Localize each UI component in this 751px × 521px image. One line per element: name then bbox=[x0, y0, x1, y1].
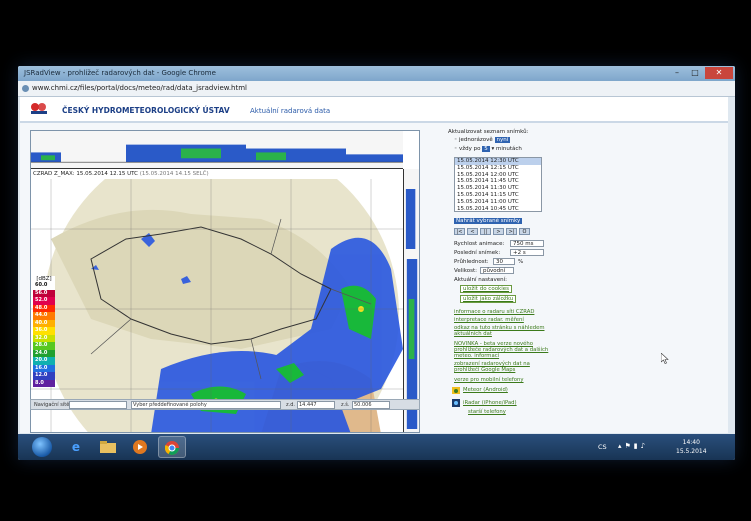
legend-row: 32.0 bbox=[33, 334, 55, 342]
android-app-link[interactable]: Meteor (Android) bbox=[463, 387, 508, 393]
info-link[interactable]: zobrazení radarových dat na prohlížeči G… bbox=[454, 361, 554, 373]
once-option[interactable]: ◦ jednorázově nyní bbox=[454, 137, 511, 143]
legend-row: 28.0 bbox=[33, 342, 55, 350]
close-button[interactable]: ✕ bbox=[705, 67, 733, 79]
info-link[interactable]: informace o radaru síti CZRAD bbox=[454, 309, 534, 315]
animation-button[interactable]: |< bbox=[454, 228, 465, 235]
internet-explorer-icon[interactable]: e bbox=[62, 436, 90, 458]
web-page: ČESKÝ HYDROMETEOROLOGICKÝ ÚSTAV Aktuální… bbox=[20, 97, 728, 433]
legend-row: 52.0 bbox=[33, 297, 55, 305]
side-profile-section bbox=[403, 169, 419, 432]
media-player-icon[interactable] bbox=[126, 436, 154, 458]
legend-row: 8.0 bbox=[33, 379, 55, 387]
window-titlebar: JSRadView - prohlížeč radarových dat - G… bbox=[18, 66, 735, 81]
settings-label: Aktuální nastavení: bbox=[454, 277, 508, 283]
info-link[interactable]: interpretace radar. měření bbox=[454, 317, 524, 323]
lat-input[interactable]: 50.006 bbox=[352, 401, 390, 409]
opacity-unit: % bbox=[518, 259, 524, 265]
maximize-button[interactable]: □ bbox=[686, 67, 704, 79]
speed-select[interactable]: 750 ms bbox=[510, 240, 544, 247]
map-toolbar: Navigační sítě: Vyber předdefinované pol… bbox=[30, 399, 420, 410]
taskbar: e CS ▴⚑▮♪ 14:40 15.5.2014 bbox=[18, 434, 735, 460]
legend-row: 40.0 bbox=[33, 319, 55, 327]
page-icon bbox=[22, 85, 29, 92]
time-list-item[interactable]: 15.05.2014 11:15 UTC bbox=[455, 192, 541, 199]
speed-label: Rychlost animace: bbox=[454, 241, 505, 247]
language-indicator[interactable]: CS bbox=[598, 443, 607, 451]
legend-row: 56.0 bbox=[33, 289, 55, 297]
iphone-app-link[interactable]: iRadar (iPhone/iPad) bbox=[463, 400, 517, 406]
nav-select[interactable] bbox=[69, 401, 127, 409]
iphone-icon bbox=[452, 399, 460, 407]
opacity-label: Průhlednost: bbox=[454, 259, 489, 265]
lat-label: z.š. bbox=[341, 402, 350, 408]
time-list-item[interactable]: 15.05.2014 11:00 UTC bbox=[455, 199, 541, 206]
window-title: JSRadView - prohlížeč radarových dat - G… bbox=[24, 69, 216, 77]
time-list-item[interactable]: 15.05.2014 11:30 UTC bbox=[455, 185, 541, 192]
clock[interactable]: 14:40 15.5.2014 bbox=[676, 438, 707, 456]
control-panel: Aktualizovat seznam snímků: ◦ jednorázov… bbox=[448, 129, 558, 429]
legend-row: 36.0 bbox=[33, 327, 55, 335]
last-frame-label: Poslední snímek: bbox=[454, 250, 501, 256]
legend-row: 44.0 bbox=[33, 312, 55, 320]
monitor-screen: JSRadView - prohlížeč radarových dat - G… bbox=[18, 66, 735, 460]
predefined-position-select[interactable]: Vyber předdefinované polohy bbox=[131, 401, 281, 409]
save-cookies-button[interactable]: uložit do cookies bbox=[460, 285, 513, 293]
minimize-button[interactable]: – bbox=[668, 67, 686, 79]
radar-viewer[interactable]: CZRAD Z_MAX: 15.05.2014 12.15 UTC (15.05… bbox=[30, 130, 420, 433]
size-label: Velikost: bbox=[454, 268, 478, 274]
old-phones-link[interactable]: starší telefony bbox=[468, 409, 506, 415]
time-list-item[interactable]: 15.05.2014 11:45 UTC bbox=[455, 178, 541, 185]
chmi-logo-icon bbox=[31, 103, 47, 114]
time-list-item[interactable]: 15.05.2014 10:45 UTC bbox=[455, 206, 541, 211]
info-link[interactable]: odkaz na tuto stránku s náhledem aktuáln… bbox=[454, 325, 554, 337]
start-button[interactable] bbox=[32, 437, 52, 457]
animation-button[interactable]: || bbox=[480, 228, 491, 235]
animation-button[interactable]: < bbox=[467, 228, 478, 235]
address-bar[interactable]: www.chmi.cz/files/portal/docs/meteo/rad/… bbox=[18, 81, 735, 97]
save-bookmark-button[interactable]: uložit jako záložku bbox=[460, 295, 517, 303]
system-tray-icons[interactable]: ▴⚑▮♪ bbox=[618, 442, 648, 450]
interval-select[interactable]: 5 bbox=[482, 146, 490, 152]
lon-input[interactable]: 14.447 bbox=[297, 401, 335, 409]
opacity-select[interactable]: 30 bbox=[493, 258, 515, 265]
android-icon bbox=[452, 387, 460, 394]
legend-row: 24.0 bbox=[33, 349, 55, 357]
time-list-item[interactable]: 15.05.2014 12:30 UTC bbox=[455, 158, 541, 165]
time-list-item[interactable]: 15.05.2014 12:15 UTC bbox=[455, 165, 541, 172]
legend-row: 48.0 bbox=[33, 304, 55, 312]
nav-link-current-radar[interactable]: Aktuální radarová data bbox=[250, 107, 330, 115]
legend-row: 12.0 bbox=[33, 372, 55, 380]
legend-row: 16.0 bbox=[33, 364, 55, 372]
lon-label: z.d. bbox=[286, 402, 295, 408]
animation-button[interactable]: > bbox=[493, 228, 504, 235]
last-frame-select[interactable]: +2 s bbox=[510, 249, 544, 256]
size-select[interactable]: původní bbox=[480, 267, 514, 274]
product-title: CZRAD Z_MAX: 15.05.2014 12.15 UTC (15.05… bbox=[33, 171, 209, 177]
file-explorer-icon[interactable] bbox=[94, 436, 122, 458]
chrome-icon[interactable] bbox=[158, 436, 186, 458]
time-list-item[interactable]: 15.05.2014 12:00 UTC bbox=[455, 172, 541, 179]
every-option[interactable]: ◦ vždy po 5 ▾ minutách bbox=[454, 146, 522, 152]
dbz-legend: [dBZ] 60.0 56.0 52.0 48.0 44.0 40.0 36.0 32.0 28… bbox=[33, 276, 55, 387]
legend-row: 60.0 bbox=[33, 282, 55, 290]
top-profile-section bbox=[31, 131, 403, 169]
animation-button[interactable]: >| bbox=[506, 228, 517, 235]
site-header: ČESKÝ HYDROMETEOROLOGICKÝ ÚSTAV Aktuální… bbox=[20, 97, 728, 123]
animation-button[interactable]: O bbox=[519, 228, 530, 235]
snapshot-time-list[interactable]: 15.05.2014 12:30 UTC 15.05.2014 12:15 UTC… bbox=[454, 157, 542, 212]
load-selected-button[interactable]: Nahrát vybrané snímky bbox=[454, 218, 523, 224]
radar-map[interactable] bbox=[31, 179, 403, 433]
info-link[interactable]: NOVINKA - beta verze nového prohlížeče r… bbox=[454, 341, 554, 360]
info-link[interactable]: verze pro mobilní telefony bbox=[454, 377, 524, 383]
nav-label: Navigační sítě: bbox=[34, 402, 72, 408]
mouse-cursor-icon bbox=[661, 353, 669, 364]
legend-row: 20.0 bbox=[33, 357, 55, 365]
organization-name: ČESKÝ HYDROMETEOROLOGICKÝ ÚSTAV bbox=[62, 106, 230, 115]
update-label: Aktualizovat seznam snímků: bbox=[448, 129, 529, 135]
refresh-now-button[interactable]: nyní bbox=[494, 137, 511, 143]
url-text[interactable]: www.chmi.cz/files/portal/docs/meteo/rad/… bbox=[32, 84, 247, 92]
